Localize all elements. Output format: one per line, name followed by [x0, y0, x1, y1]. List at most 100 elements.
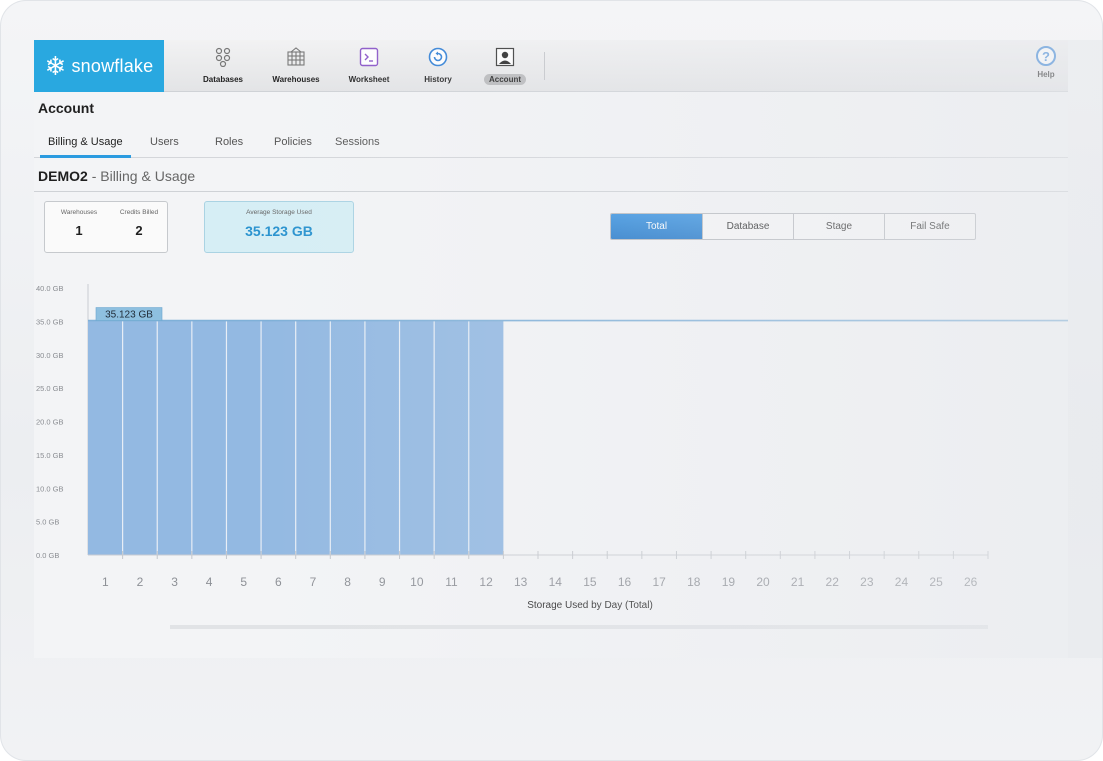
average-label: 35.123 GB: [105, 310, 153, 321]
x-tick-label: 22: [826, 575, 840, 589]
account-icon: [494, 46, 516, 68]
page-title: Account: [38, 100, 94, 116]
x-tick-label: 5: [240, 575, 247, 589]
x-tick-label: 11: [445, 575, 458, 589]
x-tick-label: 26: [964, 575, 978, 589]
storage-type-filter: Total Database Stage Fail Safe: [610, 213, 976, 240]
chart-footer-shadow: [170, 625, 988, 629]
device-frame: ❄ snowflake Databases Warehouses Workshe…: [0, 0, 1103, 761]
bar: [330, 320, 365, 555]
bar: [261, 320, 296, 555]
credits-stat-label: Credits Billed: [119, 209, 159, 216]
bar: [157, 320, 192, 555]
account-tabs: Billing & Usage Users Roles Policies Ses…: [34, 136, 1068, 158]
x-tick-label: 9: [379, 575, 386, 589]
logo-text: snowflake: [71, 55, 154, 76]
warehouses-stat-label: Warehouses: [60, 209, 98, 216]
filter-database-button[interactable]: Database: [702, 214, 793, 239]
nav-history[interactable]: History: [403, 44, 473, 90]
credits-stat-value: 2: [135, 223, 143, 238]
warehouses-stat-value: 1: [75, 223, 83, 238]
storage-stat-label: Average Storage Used: [246, 209, 312, 216]
nav-divider: [544, 52, 545, 80]
x-tick-label: 2: [137, 575, 144, 589]
bar: [295, 320, 331, 555]
nav-databases-label: Databases: [202, 75, 244, 84]
x-tick-label: 1: [102, 575, 109, 589]
nav-history-label: History: [424, 75, 452, 84]
nav-warehouses-label: Warehouses: [272, 75, 320, 84]
y-tick-label: 40.0 GB: [36, 284, 64, 293]
bar: [191, 320, 227, 555]
nav-warehouses[interactable]: Warehouses: [261, 44, 331, 90]
nav-account-label: Account: [484, 74, 526, 85]
x-tick-label: 3: [171, 575, 178, 589]
x-tick-label: 14: [549, 575, 563, 589]
x-tick-label: 16: [618, 575, 632, 589]
storage-summary-card: Average Storage Used 35.123 GB: [204, 201, 354, 253]
x-tick-label: 20: [756, 575, 770, 589]
y-tick-label: 30.0 GB: [36, 351, 64, 360]
storage-stat: Average Storage Used 35.123 GB: [205, 209, 353, 239]
bar: [122, 320, 158, 555]
x-tick-label: 12: [479, 575, 493, 589]
x-tick-label: 25: [929, 575, 943, 589]
x-tick-label: 19: [722, 575, 736, 589]
nav-databases[interactable]: Databases: [188, 44, 258, 90]
bar: [364, 320, 400, 555]
worksheet-icon: [358, 46, 380, 68]
y-tick-label: 5.0 GB: [36, 518, 59, 527]
x-tick-label: 10: [410, 575, 424, 589]
x-tick-label: 6: [275, 575, 282, 589]
x-tick-label: 4: [206, 575, 213, 589]
snowflake-logo[interactable]: ❄ snowflake: [34, 40, 164, 92]
usage-summary-card: Warehouses 1 Credits Billed 2: [44, 201, 168, 253]
y-tick-label: 15.0 GB: [36, 451, 64, 460]
y-tick-label: 20.0 GB: [36, 418, 64, 427]
x-tick-label: 15: [583, 575, 597, 589]
warehouses-icon: [285, 46, 307, 68]
x-axis-title: Storage Used by Day (Total): [527, 600, 653, 611]
y-tick-label: 35.0 GB: [36, 317, 64, 326]
credits-stat: Credits Billed 2: [113, 209, 165, 238]
section-divider: [34, 191, 1068, 192]
x-tick-label: 23: [860, 575, 874, 589]
bar: [468, 320, 504, 555]
help-button[interactable]: ? Help: [1026, 44, 1066, 90]
account-name: DEMO2: [38, 168, 88, 184]
filter-fail-safe-button[interactable]: Fail Safe: [884, 214, 975, 239]
storage-stat-value: 35.123 GB: [245, 223, 313, 239]
tab-billing-usage[interactable]: Billing & Usage: [40, 136, 131, 158]
tab-sessions[interactable]: Sessions: [335, 136, 380, 158]
help-label: Help: [1037, 70, 1055, 79]
bar: [88, 320, 123, 555]
x-tick-label: 24: [895, 575, 909, 589]
y-tick-label: 0.0 GB: [36, 551, 59, 560]
tab-roles[interactable]: Roles: [215, 136, 243, 158]
tab-users[interactable]: Users: [150, 136, 179, 158]
x-tick-label: 8: [344, 575, 351, 589]
filter-stage-button[interactable]: Stage: [793, 214, 884, 239]
help-icon: ?: [1036, 46, 1056, 66]
section-title: DEMO2 - Billing & Usage: [38, 168, 195, 184]
nav-account[interactable]: Account: [470, 44, 540, 90]
bar: [226, 320, 262, 555]
x-tick-label: 7: [310, 575, 317, 589]
history-icon: [427, 46, 449, 68]
bar: [399, 320, 435, 555]
nav-worksheet[interactable]: Worksheet: [334, 44, 404, 90]
tab-policies[interactable]: Policies: [274, 136, 312, 158]
storage-chart: 0.0 GB 5.0 GB 10.0 GB 15.0 GB 20.0 GB 25.0 GB…: [36, 284, 1068, 629]
x-tick-label: 21: [791, 575, 805, 589]
x-tick-label: 18: [687, 575, 701, 589]
databases-icon: [212, 46, 234, 68]
y-tick-label: 25.0 GB: [36, 384, 64, 393]
y-tick-label: 10.0 GB: [36, 484, 64, 493]
snowflake-icon: ❄: [44, 51, 67, 81]
filter-total-button[interactable]: Total: [611, 214, 702, 239]
x-tick-label: 13: [514, 575, 528, 589]
bar: [434, 320, 469, 555]
nav-worksheet-label: Worksheet: [348, 75, 390, 84]
app-screen: ❄ snowflake Databases Warehouses Workshe…: [34, 40, 1102, 658]
section-name: - Billing & Usage: [91, 168, 196, 184]
